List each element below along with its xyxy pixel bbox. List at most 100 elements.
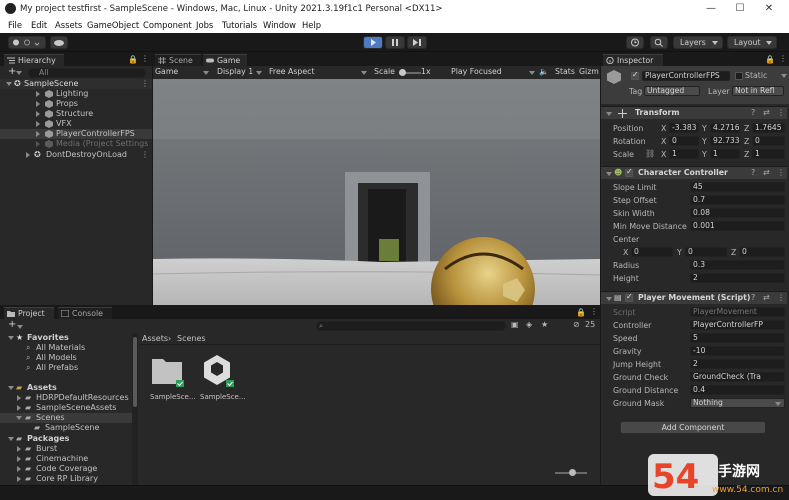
close-button[interactable]: ✕: [758, 2, 780, 16]
menu-jobs[interactable]: Jobs: [196, 20, 213, 30]
display-dropdown[interactable]: Display 1: [217, 67, 253, 76]
menu-edit[interactable]: Edit: [31, 20, 47, 30]
scale-slider[interactable]: [399, 69, 421, 76]
preset-icon[interactable]: ⇄: [763, 168, 770, 177]
jump-height-field[interactable]: 2: [690, 359, 785, 369]
favorite-star-icon[interactable]: ★: [541, 320, 548, 329]
stats-button[interactable]: Stats: [555, 67, 575, 76]
skin-width-field[interactable]: 0.08: [690, 208, 785, 218]
lock-icon[interactable]: 🔒: [765, 55, 775, 64]
menu-gameobject[interactable]: GameObject: [87, 20, 139, 30]
tab-project[interactable]: Project: [4, 307, 54, 319]
history-icon[interactable]: [626, 36, 644, 49]
ground-check-field[interactable]: GroundCheck (Tra: [690, 372, 785, 382]
help-icon[interactable]: ?: [751, 293, 755, 302]
layout-dropdown[interactable]: Layout: [727, 36, 777, 49]
step-button[interactable]: [407, 36, 427, 49]
icon-size-slider[interactable]: [555, 469, 587, 476]
kebab-menu-icon[interactable]: ⋮: [141, 150, 149, 160]
kebab-menu-icon[interactable]: ⋮: [777, 108, 785, 117]
aspect-dropdown[interactable]: Free Aspect: [269, 67, 315, 76]
radius-field[interactable]: 0.3: [690, 260, 785, 270]
layer-dropdown[interactable]: Not in Refl: [732, 86, 784, 96]
tab-game[interactable]: Game: [203, 54, 247, 66]
scale-z-field[interactable]: 1: [752, 149, 785, 159]
menu-help[interactable]: Help: [302, 20, 321, 30]
speed-field[interactable]: 5: [690, 333, 785, 343]
cloud-icon[interactable]: [50, 36, 68, 49]
menu-tutorials[interactable]: Tutorials: [222, 20, 257, 30]
center-y-field[interactable]: 0: [685, 247, 727, 257]
kebab-menu-icon[interactable]: ⋮: [141, 54, 149, 63]
tab-hierarchy[interactable]: Hierarchy: [4, 54, 64, 66]
search-icon[interactable]: [650, 36, 668, 49]
filter-by-label-icon[interactable]: ◈: [526, 320, 532, 329]
game-render[interactable]: [153, 79, 600, 305]
add-component-button[interactable]: Add Component: [620, 421, 766, 434]
preset-icon[interactable]: ⇄: [763, 108, 770, 117]
play-button[interactable]: [363, 36, 383, 49]
layers-dropdown[interactable]: Layers: [673, 36, 723, 49]
lock-icon[interactable]: 🔒: [128, 55, 138, 64]
kebab-menu-icon[interactable]: ⋮: [779, 54, 787, 63]
project-search-input[interactable]: ⌕: [316, 321, 506, 331]
character-controller-enabled-checkbox[interactable]: ✓: [625, 167, 633, 177]
tree-scrollbar[interactable]: [132, 333, 138, 485]
asset-folder-samplescene[interactable]: SampleSce...: [150, 353, 196, 405]
controller-field[interactable]: PlayerControllerFP: [690, 320, 785, 330]
tab-inspector[interactable]: Inspector: [603, 54, 663, 66]
breadcrumb-assets[interactable]: Assets: [142, 334, 168, 343]
help-icon[interactable]: ?: [751, 108, 755, 117]
account-button[interactable]: [8, 36, 46, 49]
hierarchy-item-vfx[interactable]: VFX: [0, 119, 152, 129]
tab-scene[interactable]: Scene: [155, 54, 201, 66]
preset-icon[interactable]: ⇄: [763, 293, 770, 302]
position-x-field[interactable]: -3.383: [669, 123, 699, 133]
ground-mask-dropdown[interactable]: Nothing: [690, 398, 785, 408]
player-movement-enabled-checkbox[interactable]: ✓: [625, 292, 633, 302]
filter-by-type-icon[interactable]: ▣: [511, 320, 519, 329]
tab-console[interactable]: Console: [58, 307, 112, 319]
hierarchy-item-props[interactable]: Props: [0, 99, 152, 109]
center-x-field[interactable]: 0: [631, 247, 673, 257]
help-icon[interactable]: ?: [751, 168, 755, 177]
ground-distance-field[interactable]: 0.4: [690, 385, 785, 395]
mute-audio-icon[interactable]: 🔈: [539, 67, 549, 76]
lock-icon[interactable]: 🔒: [576, 308, 586, 317]
maximize-button[interactable]: ☐: [729, 2, 751, 16]
menu-assets[interactable]: Assets: [55, 20, 82, 30]
play-mode-dropdown[interactable]: Play Focused: [451, 67, 502, 76]
add-icon[interactable]: +: [8, 319, 16, 330]
position-y-field[interactable]: 4.2716: [710, 123, 740, 133]
hidden-packages-icon[interactable]: ⊘: [573, 320, 580, 329]
center-z-field[interactable]: 0: [739, 247, 785, 257]
static-checkbox[interactable]: [735, 72, 743, 80]
transform-header[interactable]: Transform ? ⇄ ⋮: [601, 106, 787, 119]
game-view-dropdown[interactable]: Game: [155, 67, 178, 76]
min-move-distance-field[interactable]: 0.001: [690, 221, 785, 231]
asset-scene-samplescene[interactable]: SampleSce...: [200, 353, 246, 405]
player-movement-header[interactable]: ▤ ✓ Player Movement (Script) ? ⇄ ⋮: [601, 291, 787, 304]
hierarchy-item-media[interactable]: Media (Project Settings > G: [0, 139, 152, 149]
gizmos-button[interactable]: Gizm: [579, 67, 600, 76]
constrain-link-icon[interactable]: ⛓: [645, 149, 655, 158]
rotation-y-field[interactable]: 92.733: [710, 136, 740, 146]
hierarchy-scene-row[interactable]: ✪ SampleScene ⋮: [0, 79, 152, 89]
breadcrumb-scenes[interactable]: Scenes: [177, 334, 206, 343]
hierarchy-dontdestroyonload-row[interactable]: ✪ DontDestroyOnLoad ⋮: [0, 150, 152, 160]
menu-window[interactable]: Window: [263, 20, 296, 30]
gravity-field[interactable]: -10: [690, 346, 785, 356]
step-offset-field[interactable]: 0.7: [690, 195, 785, 205]
slope-limit-field[interactable]: 45: [690, 182, 785, 192]
menu-file[interactable]: File: [8, 20, 22, 30]
hierarchy-item-lighting[interactable]: Lighting: [0, 89, 152, 99]
hierarchy-item-playercontrollerfps[interactable]: PlayerControllerFPS: [0, 129, 152, 139]
kebab-menu-icon[interactable]: ⋮: [777, 168, 785, 177]
tree-scrollbar-thumb[interactable]: [133, 337, 137, 407]
rotation-z-field[interactable]: 0: [752, 136, 785, 146]
rotation-x-field[interactable]: 0: [669, 136, 699, 146]
object-name-field[interactable]: PlayerControllerFPS: [642, 71, 730, 81]
icon-size-slider-handle[interactable]: [569, 469, 576, 476]
kebab-menu-icon[interactable]: ⋮: [590, 307, 598, 316]
menu-component[interactable]: Component: [143, 20, 192, 30]
